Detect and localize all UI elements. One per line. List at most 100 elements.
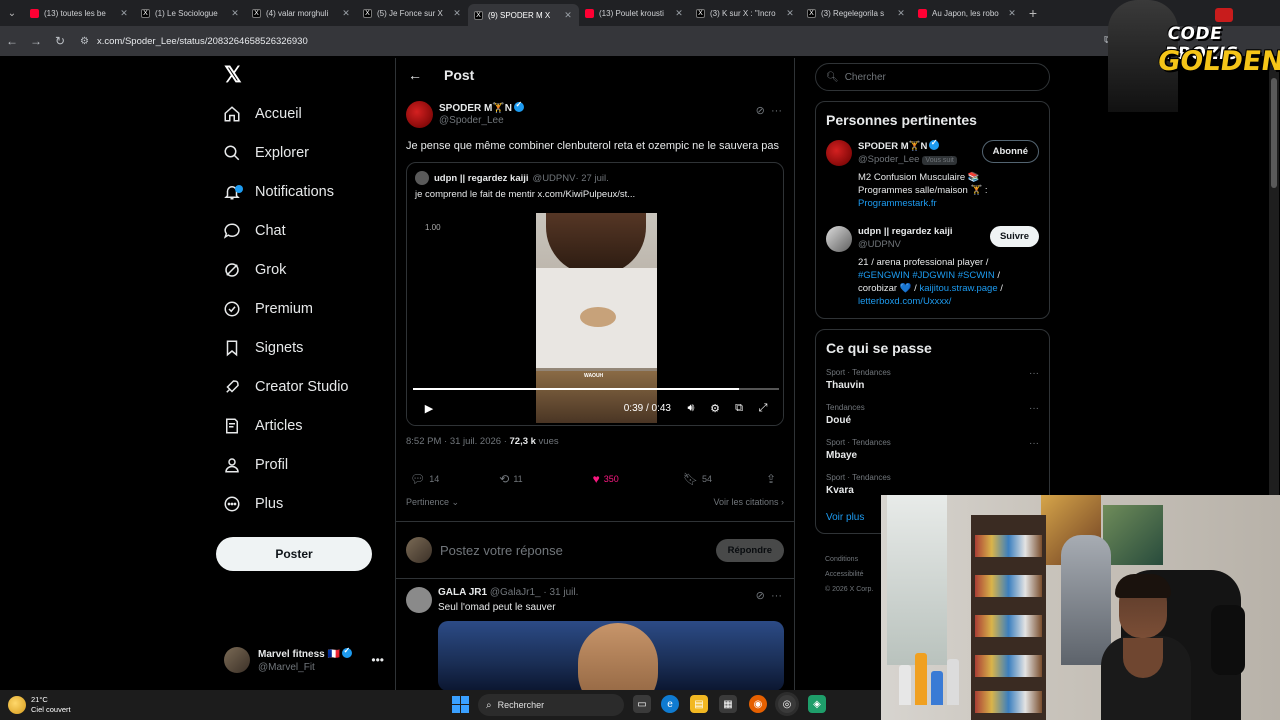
post-button[interactable]: Poster xyxy=(216,537,372,571)
back-arrow-icon[interactable]: ← xyxy=(408,67,444,83)
close-icon[interactable]: ✕ xyxy=(452,8,462,19)
follow-button[interactable]: Suivre xyxy=(989,226,1039,247)
trend-item[interactable]: Tendances Doué ··· xyxy=(826,403,1039,426)
avatar[interactable] xyxy=(406,587,432,613)
nav-item-explore[interactable]: Explorer xyxy=(222,138,309,168)
following-button[interactable]: Abonné xyxy=(981,140,1039,163)
more-dots-icon[interactable]: ··· xyxy=(1029,438,1039,449)
nav-item-creator-studio[interactable]: Creator Studio xyxy=(222,372,349,402)
reply-input[interactable]: Postez votre réponse xyxy=(440,543,563,558)
share-button[interactable]: ⇪ xyxy=(766,472,780,486)
pip-icon[interactable]: ⧉ xyxy=(727,402,751,415)
views-label: vues xyxy=(535,436,559,447)
more-dots-icon[interactable]: ··· xyxy=(1029,403,1039,414)
avatar[interactable] xyxy=(406,100,433,128)
search-input[interactable]: 🔍︎ Chercher xyxy=(815,63,1050,91)
close-icon[interactable]: ✕ xyxy=(563,10,573,21)
browser-tab[interactable]: (13) Poulet krousti ✕ xyxy=(579,3,690,23)
hashtag-links[interactable]: #GENGWIN #JDGWIN #SCWIN xyxy=(858,270,995,281)
volume-icon[interactable]: 🔊︎ xyxy=(679,402,703,415)
play-icon[interactable]: ▶ xyxy=(417,402,441,415)
more-dots-icon[interactable]: ··· xyxy=(771,105,782,117)
nav-item-profile[interactable]: Profil xyxy=(222,450,288,480)
fullscreen-icon[interactable]: ⤢ xyxy=(751,402,775,415)
close-icon[interactable]: ✕ xyxy=(785,8,795,19)
chrome-icon[interactable]: ◎ xyxy=(778,695,796,713)
avatar[interactable] xyxy=(826,226,852,252)
new-tab-button[interactable]: + xyxy=(1023,5,1043,21)
stream-logo-overlay: CODE PROZIS GOLDENG xyxy=(1108,0,1280,112)
browser-tab[interactable]: X (4) valar morghuli ✕ xyxy=(246,3,357,23)
reply-image[interactable] xyxy=(438,621,784,690)
nav-item-grok[interactable]: Grok xyxy=(222,255,286,285)
browser-tab[interactable]: (13) toutes les be ✕ xyxy=(24,3,135,23)
trend-item[interactable]: Sport · Tendances Mbaye ··· xyxy=(826,438,1039,461)
more-dots-icon[interactable]: ••• xyxy=(371,653,384,667)
browser-tab-active[interactable]: X (9) SPODER M X ✕ xyxy=(468,4,579,26)
file-explorer-icon[interactable]: ▤ xyxy=(690,695,708,713)
more-dots-icon[interactable]: ··· xyxy=(1029,368,1039,379)
edge-icon[interactable]: e xyxy=(661,695,679,713)
weather-widget[interactable]: 21°C Ciel couvert xyxy=(8,695,71,715)
windows-start-icon[interactable] xyxy=(452,696,470,714)
bio-link[interactable]: letterboxd.com/Uxxxx/ xyxy=(858,295,1038,308)
close-icon[interactable]: ✕ xyxy=(1007,8,1017,19)
sort-dropdown[interactable]: Pertinence ⌄ xyxy=(406,497,459,511)
quoted-tweet[interactable]: udpn || regardez kaiji @UDPNV · 27 juil.… xyxy=(406,162,784,426)
forward-arrow-icon[interactable]: → xyxy=(24,34,48,48)
trend-item[interactable]: Sport · Tendances Kvara xyxy=(826,473,1039,496)
site-info-icon[interactable]: ⚙ xyxy=(80,36,89,47)
app-icon[interactable]: ◈ xyxy=(808,695,826,713)
browser-tab[interactable]: X (3) Regelegorila s ✕ xyxy=(801,3,912,23)
person-card[interactable]: SPODER M🏋N @Spoder_LeeVous suit M2 Confu… xyxy=(826,138,1039,210)
browser-tab[interactable]: Au Japon, les robo ✕ xyxy=(912,3,1023,23)
nav-item-premium[interactable]: Premium xyxy=(222,294,313,324)
settings-icon[interactable]: ⚙ xyxy=(703,402,727,415)
reload-icon[interactable]: ↻ xyxy=(48,34,72,48)
view-quotes-link[interactable]: Voir les citations › xyxy=(713,497,784,511)
store-icon[interactable]: ▦ xyxy=(719,695,737,713)
close-icon[interactable]: ✕ xyxy=(674,8,684,19)
like-button[interactable]: ♥ 350 xyxy=(593,472,619,486)
bookmark-button[interactable]: 🔖︎ 54 xyxy=(683,472,712,486)
grok-icon[interactable]: ⊘ xyxy=(756,105,765,117)
close-icon[interactable]: ✕ xyxy=(896,8,906,19)
grok-icon[interactable]: ⊘ xyxy=(756,590,765,602)
person-card[interactable]: udpn || regardez kaiji @UDPNV 21 / arena… xyxy=(826,226,1039,308)
video-progress-bar[interactable] xyxy=(413,388,779,390)
reply-submit-button[interactable]: Répondre xyxy=(715,538,784,562)
browser-tab[interactable]: X (1) Le Sociologue ✕ xyxy=(135,3,246,23)
video-player[interactable]: 1.00 WAOUH ▶ 0:39 / 0:43 🔊︎ ⚙ ⧉ ⤢ xyxy=(407,209,783,425)
nav-item-articles[interactable]: Articles xyxy=(222,411,303,441)
bio-link[interactable]: kaijitou.straw.page xyxy=(919,283,997,294)
taskbar-search[interactable]: ⌕ Rechercher xyxy=(478,694,624,716)
browser-tab[interactable]: X (5) Je Fonce sur X ✕ xyxy=(357,3,468,23)
reply-button[interactable]: 💬︎ 14 xyxy=(410,472,439,486)
task-view-icon[interactable]: ▭ xyxy=(633,695,651,713)
repost-button[interactable]: ⟲ 11 xyxy=(499,472,522,486)
tweet-timestamp[interactable]: 8:52 PM · 31 juil. 2026 · xyxy=(406,436,510,447)
reply-author-name[interactable]: GALA JR1 xyxy=(438,587,487,598)
nav-item-notifications[interactable]: Notifications xyxy=(222,177,334,207)
avatar[interactable] xyxy=(826,140,852,166)
trend-item[interactable]: Sport · Tendances Thauvin ··· xyxy=(826,368,1039,391)
nav-item-home[interactable]: Accueil xyxy=(222,99,302,129)
reply-tweet[interactable]: GALA JR1 @GalaJr1_ · 31 juil. Seul l'oma… xyxy=(396,579,794,690)
nav-item-chat[interactable]: Chat xyxy=(222,216,286,246)
tab-list-button[interactable]: ⌄ xyxy=(0,0,24,26)
x-logo[interactable]: 𝕏 xyxy=(224,64,246,86)
close-icon[interactable]: ✕ xyxy=(119,8,129,19)
author-name[interactable]: SPODER M🏋N xyxy=(439,103,512,114)
close-icon[interactable]: ✕ xyxy=(230,8,240,19)
close-icon[interactable]: ✕ xyxy=(341,8,351,19)
bio-link[interactable]: Programmestark.fr xyxy=(858,197,1038,210)
account-switcher[interactable]: Marvel fitness 🇫🇷 @Marvel_Fit ••• xyxy=(224,642,384,678)
back-arrow-icon[interactable]: ← xyxy=(0,34,24,48)
nav-item-more[interactable]: Plus xyxy=(222,489,283,519)
firefox-icon[interactable]: ◉ xyxy=(749,695,767,713)
nav-item-bookmarks[interactable]: Signets xyxy=(222,333,303,363)
more-dots-icon[interactable]: ··· xyxy=(771,590,782,602)
url-field[interactable]: ⚙ x.com/Spoder_Lee/status/20832646585263… xyxy=(80,30,1080,52)
browser-tab[interactable]: X (3) K sur X : "Incro ✕ xyxy=(690,3,801,23)
author-handle[interactable]: @Spoder_Lee xyxy=(439,115,524,126)
